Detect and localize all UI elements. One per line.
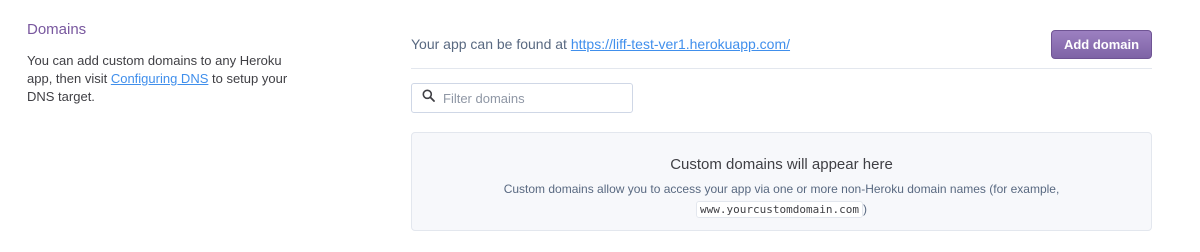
add-domain-button[interactable]: Add domain [1051, 30, 1152, 59]
empty-state-title: Custom domains will appear here [670, 156, 893, 173]
app-url-text: Your app can be found at https://liff-te… [411, 36, 790, 52]
app-url-prefix: Your app can be found at [411, 36, 571, 52]
app-url-link[interactable]: https://liff-test-ver1.herokuapp.com/ [571, 36, 790, 52]
divider [411, 68, 1152, 69]
app-url-row: Your app can be found at https://liff-te… [411, 30, 1152, 60]
empty-state-panel: Custom domains will appear here Custom d… [411, 132, 1152, 231]
search-icon [422, 89, 435, 107]
configuring-dns-link[interactable]: Configuring DNS [111, 71, 209, 86]
section-description: You can add custom domains to any Heroku… [27, 52, 297, 106]
filter-domains-field[interactable] [411, 83, 633, 113]
filter-domains-input[interactable] [443, 90, 623, 106]
empty-state-desc-post: ) [862, 202, 867, 216]
domains-section: Domains You can add custom domains to an… [0, 0, 1200, 252]
domains-info: Domains You can add custom domains to an… [27, 20, 297, 106]
empty-state-desc-pre: Custom domains allow you to access your … [503, 182, 1060, 196]
section-title: Domains [27, 21, 87, 38]
example-domain-code: www.yourcustomdomain.com [696, 201, 863, 218]
empty-state-description: Custom domains allow you to access your … [412, 179, 1151, 220]
